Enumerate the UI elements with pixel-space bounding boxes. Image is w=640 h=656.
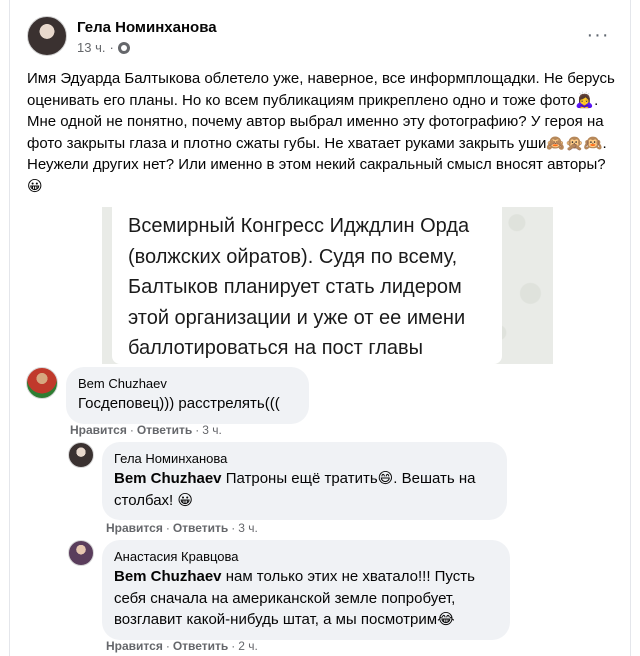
author-avatar[interactable] (27, 16, 67, 56)
mention-link[interactable]: Bem Chuzhaev (114, 568, 222, 585)
separator: · (231, 639, 236, 653)
comment: Анастасия Кравцова Bem Chuzhaev нам толь… (68, 540, 510, 640)
shared-image[interactable]: Всемирный Конгресс Идждлин Орда (волжски… (102, 207, 553, 364)
comment-time[interactable]: 3 ч. (202, 423, 222, 437)
comment-author[interactable]: Гела Номинханова (114, 450, 495, 467)
reply-button[interactable]: Ответить (173, 521, 228, 535)
comment-bubble: Анастасия Кравцова Bem Chuzhaev нам толь… (102, 540, 510, 640)
author-block: Гела Номинханова 13 ч. · (77, 16, 217, 57)
comment: Гела Номинханова Bem Chuzhaev Патроны ещ… (68, 442, 507, 520)
comment-actions: Нравится · Ответить · 3 ч. (70, 422, 222, 438)
like-button[interactable]: Нравится (70, 423, 127, 437)
comment-bubble: Bem Chuzhaev Госдеповец))) расстрелять((… (66, 367, 309, 424)
comment-author[interactable]: Bem Chuzhaev (78, 375, 297, 392)
separator: · (195, 423, 200, 437)
comment-bubble: Гела Номинханова Bem Chuzhaev Патроны ещ… (102, 442, 507, 520)
post-time[interactable]: 13 ч. (77, 39, 105, 57)
comment: Bem Chuzhaev Госдеповец))) расстрелять((… (26, 367, 309, 424)
comment-actions: Нравится · Ответить · 3 ч. (106, 520, 258, 536)
comment-time[interactable]: 2 ч. (238, 639, 258, 653)
post-author-name[interactable]: Гела Номинханова (77, 18, 217, 38)
comment-text: Bem Chuzhaev нам только этих не хватало!… (114, 566, 498, 631)
comment-time[interactable]: 3 ч. (238, 521, 258, 535)
separator: · (231, 521, 236, 535)
shared-image-text: Всемирный Конгресс Идждлин Орда (волжски… (128, 215, 470, 359)
post-card: Гела Номинханова 13 ч. · ··· Имя Эдуарда… (9, 0, 631, 656)
comment-body: Госдеповец))) расстрелять((( (78, 395, 280, 412)
mention-link[interactable]: Bem Chuzhaev (114, 470, 222, 487)
comment-author[interactable]: Анастасия Кравцова (114, 548, 498, 565)
like-button[interactable]: Нравится (106, 521, 163, 535)
reply-button[interactable]: Ответить (137, 423, 192, 437)
commenter-avatar[interactable] (26, 367, 58, 399)
more-options-button[interactable]: ··· (582, 22, 614, 48)
commenter-avatar[interactable] (68, 540, 94, 566)
separator: · (165, 639, 170, 653)
post-meta: 13 ч. · (77, 39, 217, 57)
like-button[interactable]: Нравится (106, 639, 163, 653)
comment-text: Госдеповец))) расстрелять((( (78, 393, 297, 415)
meta-separator: · (109, 40, 114, 55)
reply-button[interactable]: Ответить (173, 639, 228, 653)
comment-actions: Нравится · Ответить · 2 ч. (106, 638, 258, 654)
separator: · (129, 423, 134, 437)
post-header: Гела Номинханова 13 ч. · (27, 16, 217, 57)
commenter-avatar[interactable] (68, 442, 94, 468)
post-text: Имя Эдуарда Балтыкова облетело уже, наве… (27, 70, 615, 195)
globe-icon[interactable] (117, 42, 130, 54)
separator: · (165, 521, 170, 535)
comment-text: Bem Chuzhaev Патроны ещё тратить😄. Вешат… (114, 468, 495, 511)
